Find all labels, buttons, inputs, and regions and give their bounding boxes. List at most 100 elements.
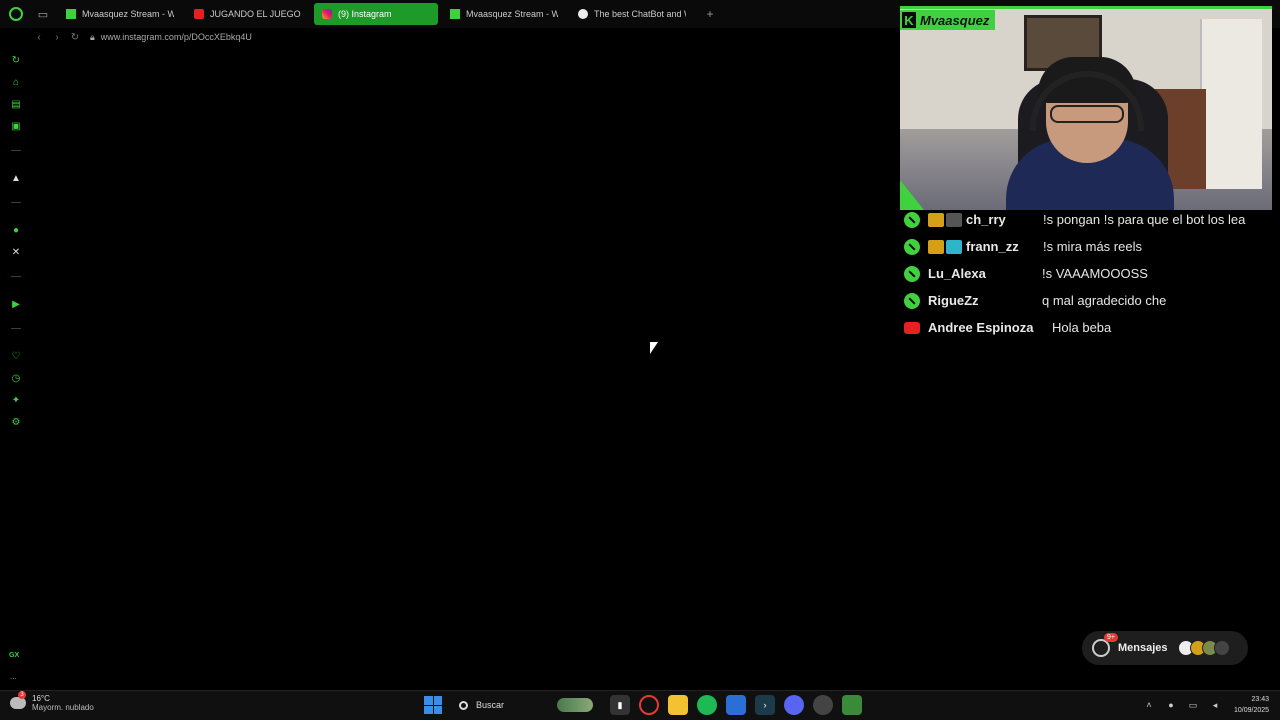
terminal-app-icon[interactable]: › (755, 695, 775, 715)
webcam-door (1200, 19, 1262, 189)
chat-message: Andree Espinoza Hola beba (904, 314, 1274, 341)
tab-instagram[interactable]: (9) Instagram (314, 3, 438, 25)
instagram-icon (322, 9, 332, 19)
tab-chatbot[interactable]: The best ChatBot and Wi (570, 3, 694, 25)
chat-text: !s pongan !s para que el bot los lea (1043, 212, 1246, 227)
kick-platform-icon (904, 238, 920, 255)
message-avatars (1177, 640, 1230, 656)
lock-icon: 🔒︎ (90, 31, 95, 42)
messages-label: Mensajes (1118, 642, 1168, 654)
crown-badge-icon (928, 212, 944, 227)
windows-start-icon[interactable] (424, 696, 442, 714)
chat-message: frann_zz !s mira más reels (904, 233, 1274, 260)
webcam-glasses (1050, 105, 1124, 123)
sidebar-more-button[interactable]: ... (10, 672, 17, 681)
kick-platform-icon (904, 211, 920, 228)
file-explorer-icon[interactable] (668, 695, 688, 715)
music-player-icon[interactable]: ▶ (8, 296, 24, 312)
search-icon (459, 700, 468, 710)
messenger-icon: 9+ (1092, 633, 1118, 657)
weather-widget[interactable]: 3 16°C Mayorm. nublado (10, 691, 94, 712)
gx-mods-icon[interactable]: ▣ (8, 118, 24, 134)
weather-description: Mayorm. nublado (32, 703, 94, 712)
avatar (1213, 640, 1230, 656)
microsoft-store-icon[interactable] (726, 695, 746, 715)
sidebar-divider (11, 202, 21, 203)
taskbar-search[interactable]: Buscar (451, 694, 601, 716)
volume-icon[interactable]: ◂ (1208, 698, 1222, 712)
notification-badge: 9+ (1104, 633, 1118, 642)
chat-username: ch_rry (966, 212, 1006, 227)
clock-time: 23:43 (1251, 696, 1270, 703)
gx-store-icon[interactable]: ▤ (8, 96, 24, 112)
search-placeholder: Buscar (476, 700, 505, 710)
back-button[interactable]: ‹ (30, 28, 48, 46)
mod-badge-icon (946, 212, 962, 227)
windows-taskbar: 3 16°C Mayorm. nublado Buscar ▮ › ˄ ● ▭ … (0, 690, 1280, 720)
chat-username: Lu_Alexa (928, 266, 986, 281)
gx-corner-icon[interactable]: ⌂ (8, 74, 24, 90)
app-icon[interactable] (813, 695, 833, 715)
opera-gx-menu-button[interactable] (0, 0, 32, 28)
spotify-icon[interactable] (697, 695, 717, 715)
history-clock-icon[interactable]: ◷ (8, 370, 24, 386)
tab-menu-icon[interactable]: ▭ (32, 0, 54, 28)
chat-text: Hola beba (1052, 320, 1112, 335)
chat-text: !s mira más reels (1043, 239, 1142, 254)
forward-button[interactable]: › (48, 28, 66, 46)
gx-control-icon[interactable]: ↻ (8, 52, 24, 68)
gx-label[interactable]: GX (9, 652, 19, 659)
opera-gx-taskbar-icon[interactable] (639, 695, 659, 715)
clock-date: 10/09/2025 (1234, 707, 1270, 714)
taskbar-apps: Buscar ▮ › (424, 694, 862, 716)
chat-message: Lu_Alexa !s VAAAMOOOSS (904, 260, 1274, 287)
new-tab-button[interactable]: + (700, 3, 720, 25)
bookmarks-heart-icon[interactable]: ♡ (8, 348, 24, 364)
tab-mvaasquez-stream-1[interactable]: Mvaasquez Stream - Wat (58, 3, 182, 25)
chat-overlay: ch_rry !s pongan !s para que el bot los … (904, 206, 1274, 341)
mouse-cursor-icon (650, 342, 658, 354)
tab-jugando-el-juego[interactable]: JUGANDO EL JUEGO DE (186, 3, 310, 25)
webcam-feed (900, 6, 1272, 210)
system-tray: ˄ ● ▭ ◂ 23:43 10/09/2025 (1142, 694, 1269, 716)
url-field[interactable]: www.instagram.com/p/DOccXEbkq4U (101, 32, 252, 42)
whatsapp-icon[interactable]: ● (8, 222, 24, 238)
address-bar: ‹ › ↻ 🔒︎ www.instagram.com/p/DOccXEbkq4U (0, 28, 900, 46)
kick-logo-icon: K (902, 12, 916, 28)
chevron-up-icon[interactable]: ˄ (1142, 698, 1156, 712)
network-icon[interactable]: ▭ (1186, 698, 1200, 712)
extensions-icon[interactable]: ✦ (8, 392, 24, 408)
kick-platform-icon (904, 265, 920, 282)
user-badges (928, 239, 962, 254)
settings-gear-icon[interactable]: ⚙ (8, 414, 24, 430)
instagram-messages-button[interactable]: 9+ Mensajes (1082, 631, 1248, 665)
chat-username: RigueZz (928, 293, 979, 308)
taskbar-clock[interactable]: 23:43 10/09/2025 (1234, 694, 1269, 716)
sub-badge-icon (946, 239, 962, 254)
chatbot-icon (578, 9, 588, 19)
chat-username: Andree Espinoza (928, 320, 1034, 335)
chat-username: frann_zz (966, 239, 1019, 254)
youtube-icon (194, 9, 204, 19)
streamer-name: Mvaasquez (920, 12, 990, 28)
task-view-icon[interactable]: ▮ (610, 695, 630, 715)
search-highlight-image (557, 698, 593, 712)
opera-gx-logo-icon (9, 7, 23, 21)
cloud-icon: 3 (10, 691, 26, 709)
weather-temperature: 16°C (32, 694, 50, 703)
kick-platform-icon (904, 292, 920, 309)
sidebar: ↻ ⌂ ▤ ▣ ▲ ● ✕ ▶ ♡ ◷ ✦ ⚙ (0, 46, 32, 690)
chat-text: q mal agradecido che (1042, 293, 1167, 308)
tab-mvaasquez-stream-2[interactable]: Mvaasquez Stream - Wat (442, 3, 566, 25)
microphone-icon[interactable]: ● (1164, 698, 1178, 712)
reload-button[interactable]: ↻ (66, 28, 84, 46)
kick-icon (450, 9, 460, 19)
discord-icon[interactable] (784, 695, 804, 715)
weather-alert-badge: 3 (18, 691, 26, 699)
chat-message: ch_rry !s pongan !s para que el bot los … (904, 206, 1274, 233)
x-twitter-icon[interactable]: ✕ (8, 244, 24, 260)
user-badges (928, 212, 962, 227)
aria-icon[interactable]: ▲ (8, 170, 24, 186)
chat-text: !s VAAAMOOOSS (1042, 266, 1148, 281)
streaming-app-icon[interactable] (842, 695, 862, 715)
